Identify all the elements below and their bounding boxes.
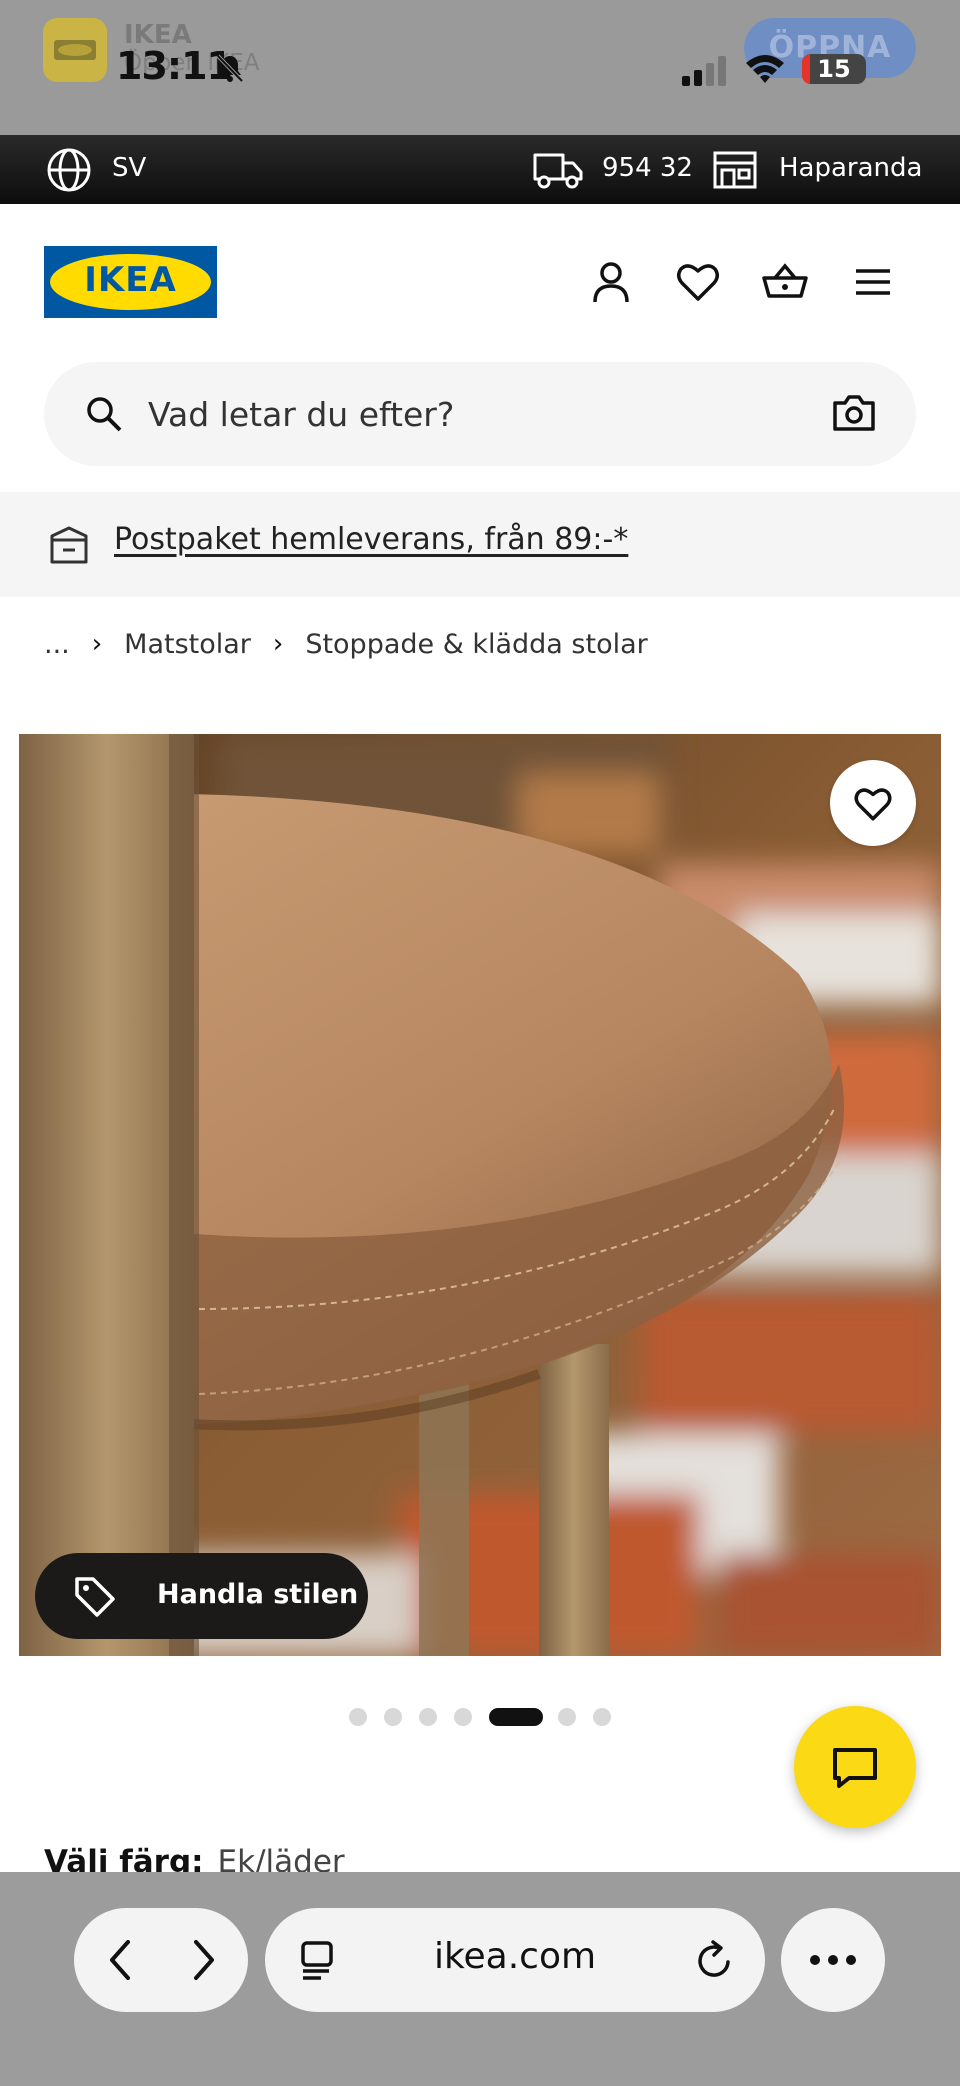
delivery-link[interactable]: Postpaket hemleverans, från 89:-* xyxy=(114,522,628,557)
shop-the-style-button[interactable]: Handla stilen xyxy=(35,1553,368,1639)
menu-icon[interactable] xyxy=(849,258,897,306)
top-strip: SV 954 32 Haparanda xyxy=(0,135,960,204)
more-button[interactable] xyxy=(781,1908,885,2012)
ikea-logo[interactable]: IKEA xyxy=(44,246,217,318)
store-icon[interactable] xyxy=(712,147,758,191)
browser-toolbar: ikea.com xyxy=(0,1872,960,2086)
globe-icon[interactable] xyxy=(46,147,92,193)
status-area: IKEA Öppen IKEA ÖPPNA 13:11 15 xyxy=(0,0,960,135)
tag-icon xyxy=(75,1577,115,1617)
chevron-right-icon: › xyxy=(91,629,103,659)
bell-slash-icon xyxy=(216,54,244,83)
carousel-dot[interactable] xyxy=(419,1708,437,1726)
search-bar[interactable] xyxy=(44,362,916,466)
carousel-dot[interactable] xyxy=(593,1708,611,1726)
reload-icon[interactable] xyxy=(695,1940,735,1982)
cellular-signal-icon xyxy=(682,56,726,86)
postal-code[interactable]: 954 32 xyxy=(602,153,693,183)
ikea-app-icon xyxy=(43,18,107,82)
forward-arrow-icon[interactable] xyxy=(180,1938,224,1982)
parcel-icon xyxy=(50,526,88,564)
navigation-pill xyxy=(74,1908,248,2012)
carousel-dot[interactable] xyxy=(384,1708,402,1726)
carousel-dot[interactable] xyxy=(349,1708,367,1726)
delivery-banner: Postpaket hemleverans, från 89:-* xyxy=(0,492,960,597)
heart-icon[interactable] xyxy=(674,258,722,306)
delivery-truck-icon[interactable] xyxy=(532,147,584,191)
breadcrumb-item-ellipsis[interactable]: ... xyxy=(44,629,70,660)
address-bar[interactable]: ikea.com xyxy=(265,1908,765,2012)
camera-icon[interactable] xyxy=(832,392,876,434)
search-icon xyxy=(87,397,122,432)
chat-bubble-icon xyxy=(833,1748,877,1788)
breadcrumb: ... › Matstolar › Stoppade & klädda stol… xyxy=(44,624,648,664)
heart-icon xyxy=(854,788,892,821)
language-selector[interactable]: SV xyxy=(112,153,146,183)
breadcrumb-item-current[interactable]: Stoppade & klädda stolar xyxy=(305,629,647,660)
ellipsis-icon xyxy=(810,1955,856,1965)
carousel-dot[interactable] xyxy=(454,1708,472,1726)
breadcrumb-item-matstolar[interactable]: Matstolar xyxy=(124,629,251,660)
user-icon[interactable] xyxy=(587,258,635,306)
back-arrow-icon[interactable] xyxy=(100,1938,144,1982)
store-name[interactable]: Haparanda xyxy=(779,153,922,183)
url-text: ikea.com xyxy=(433,1936,597,1977)
product-image xyxy=(19,734,941,1656)
basket-icon[interactable] xyxy=(761,258,809,306)
chat-button[interactable] xyxy=(794,1706,916,1828)
wifi-icon xyxy=(746,55,784,83)
search-input[interactable] xyxy=(148,386,788,442)
favorite-button[interactable] xyxy=(830,760,916,846)
carousel-dot-active[interactable] xyxy=(489,1708,543,1726)
carousel-dot[interactable] xyxy=(558,1708,576,1726)
chevron-right-icon: › xyxy=(272,629,284,659)
product-image-gallery[interactable]: Handla stilen xyxy=(19,734,941,1656)
battery-icon: 15 xyxy=(802,54,866,84)
